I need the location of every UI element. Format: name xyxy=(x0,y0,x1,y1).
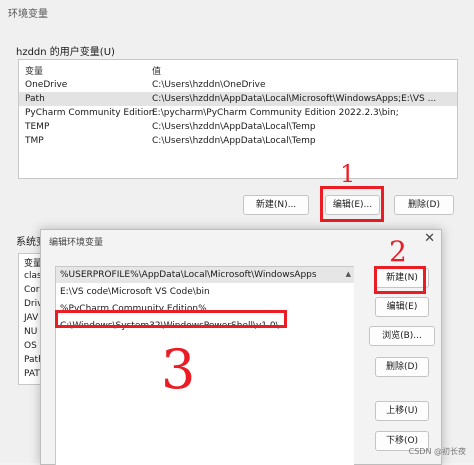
sys-var-name[interactable]: PAT xyxy=(24,369,40,379)
user-var-name: OneDrive xyxy=(25,80,68,90)
user-var-name: PyCharm Community Edition xyxy=(25,108,155,118)
highlight-box-edit xyxy=(320,186,384,222)
sys-var-name[interactable]: OS xyxy=(24,341,37,351)
annotation-2: 2 xyxy=(389,235,407,268)
column-header-name[interactable]: 变量 xyxy=(25,64,43,77)
scroll-up-icon[interactable]: ▲ xyxy=(346,270,351,278)
user-vars-group-label: hzddn 的用户变量(U) xyxy=(16,47,115,58)
user-var-name: TEMP xyxy=(25,122,50,132)
dialog-title: 编辑环境变量 xyxy=(49,238,104,248)
highlight-box-new-path xyxy=(55,310,287,328)
path-entry-selected[interactable]: %USERPROFILE%\AppData\Local\Microsoft\Wi… xyxy=(56,267,354,283)
dialog-edit-button[interactable]: 编辑(E) xyxy=(375,297,429,317)
user-var-value: C:\Users\hzddn\AppData\Local\Temp xyxy=(152,136,316,146)
user-var-row[interactable]: TMP C:\Users\hzddn\AppData\Local\Temp xyxy=(19,134,457,148)
user-var-row[interactable]: OneDrive C:\Users\hzddn\OneDrive xyxy=(19,78,457,92)
dialog-move-up-button[interactable]: 上移(U) xyxy=(375,401,429,421)
user-delete-button[interactable]: 删除(D) xyxy=(394,195,454,215)
close-icon[interactable]: ✕ xyxy=(424,231,435,246)
user-var-value: E:\pycharm\PyCharm Community Edition 202… xyxy=(152,108,399,118)
sys-var-name[interactable]: Cor xyxy=(24,285,40,295)
user-var-name: TMP xyxy=(25,136,44,146)
watermark: CSDN @初长夜 xyxy=(408,447,466,456)
sys-var-name[interactable]: clas xyxy=(24,271,42,281)
edit-env-var-dialog: 编辑环境变量 ✕ %USERPROFILE%\AppData\Local\Mic… xyxy=(40,229,442,465)
window-title: 环境变量 xyxy=(8,9,48,20)
annotation-1: 1 xyxy=(340,160,356,188)
user-var-row-selected[interactable]: Path C:\Users\hzddn\AppData\Local\Micros… xyxy=(19,92,457,106)
highlight-box-new xyxy=(374,266,426,294)
user-var-name: Path xyxy=(25,94,45,104)
user-var-value: C:\Users\hzddn\AppData\Local\Temp xyxy=(152,122,316,132)
sys-var-name[interactable]: NU xyxy=(24,327,37,337)
sys-var-name[interactable]: JAV xyxy=(24,313,38,323)
user-var-value: C:\Users\hzddn\AppData\Local\Microsoft\W… xyxy=(152,94,437,104)
user-var-row[interactable]: PyCharm Community Edition E:\pycharm\PyC… xyxy=(19,106,457,120)
path-list[interactable]: %USERPROFILE%\AppData\Local\Microsoft\Wi… xyxy=(55,266,354,465)
dialog-browse-button[interactable]: 浏览(B)... xyxy=(369,326,435,346)
user-new-button[interactable]: 新建(N)... xyxy=(243,195,309,215)
column-header-value[interactable]: 值 xyxy=(152,64,161,77)
path-entry[interactable]: E:\VS code\Microsoft VS Code\bin xyxy=(56,284,354,300)
dialog-delete-button[interactable]: 删除(D) xyxy=(375,357,429,377)
annotation-3: 3 xyxy=(161,338,196,401)
user-vars-list[interactable]: 变量 值 OneDrive C:\Users\hzddn\OneDrive Pa… xyxy=(18,59,458,179)
user-var-row[interactable]: TEMP C:\Users\hzddn\AppData\Local\Temp xyxy=(19,120,457,134)
user-var-value: C:\Users\hzddn\OneDrive xyxy=(152,80,266,90)
